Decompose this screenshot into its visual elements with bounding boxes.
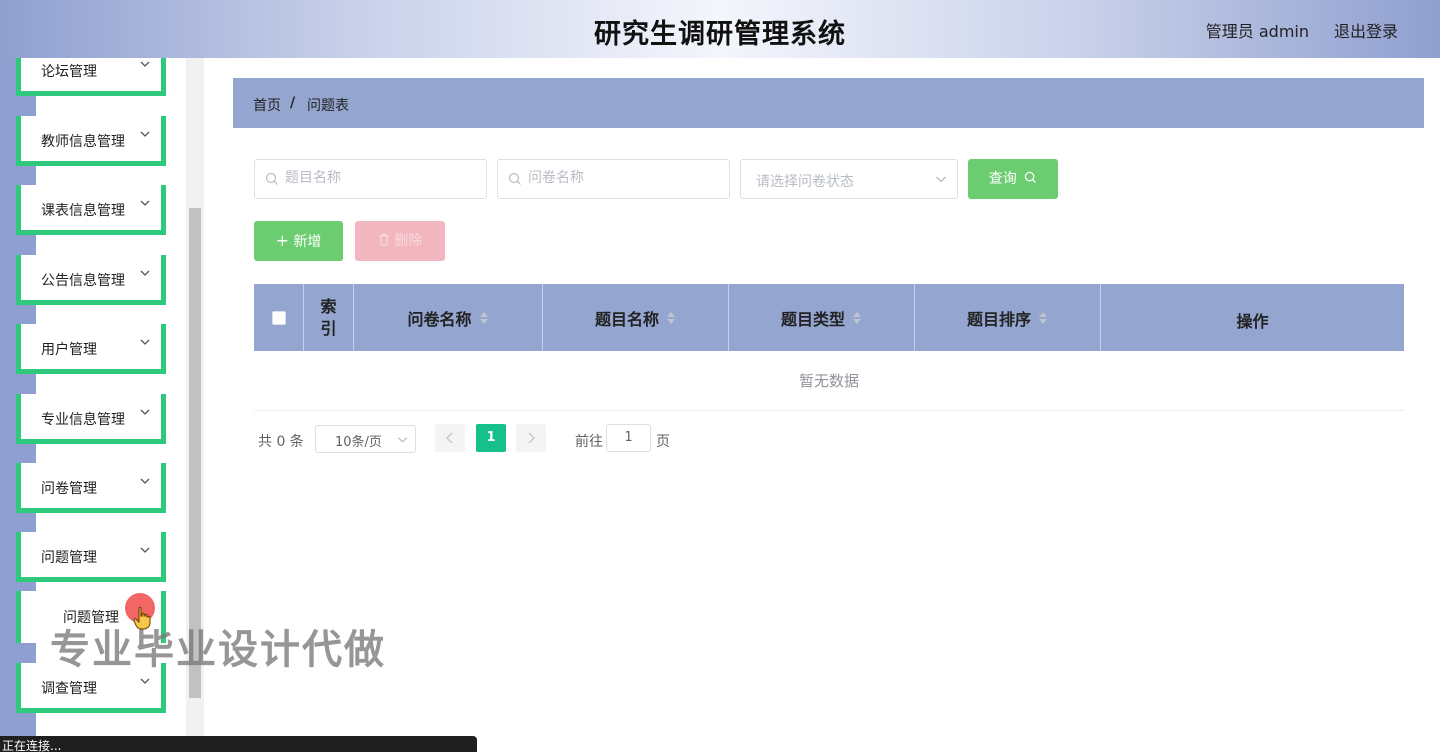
- pagination-total: 共 0 条: [258, 434, 304, 450]
- status-text: 正在连接...: [2, 739, 62, 753]
- page-size-value: 10条/页: [335, 435, 382, 450]
- sort-icon[interactable]: [1038, 311, 1048, 325]
- page-size-select[interactable]: 10条/页: [315, 425, 416, 453]
- column-header-type[interactable]: 题目类型: [729, 284, 915, 351]
- select-all-checkbox[interactable]: [271, 310, 286, 325]
- delete-button-label: 删除: [394, 233, 423, 249]
- plus-icon: +: [275, 231, 289, 250]
- breadcrumb-home[interactable]: 首页: [253, 95, 281, 115]
- next-page-button[interactable]: [516, 424, 546, 452]
- column-header-questionnaire[interactable]: 问卷名称: [354, 284, 543, 351]
- sidebar-item-label: 教师信息管理: [41, 134, 125, 150]
- sidebar-item-forum[interactable]: 论坛管理: [16, 58, 166, 96]
- column-header-label: 索引: [320, 296, 337, 338]
- column-header-actions: 操作: [1101, 284, 1404, 351]
- browser-status-bar: 正在连接...: [0, 736, 477, 753]
- table-header: 索引 问卷名称 题目名称 题目类型 题目排序 操作: [254, 284, 1404, 351]
- search-icon: [508, 172, 521, 185]
- prev-page-button[interactable]: [435, 424, 465, 452]
- top-header: 研究生调研管理系统 管理员 admin 退出登录: [0, 0, 1440, 58]
- delete-button[interactable]: 删除: [355, 221, 445, 261]
- sort-icon[interactable]: [852, 311, 862, 325]
- sidebar-item-major-info[interactable]: 专业信息管理: [16, 394, 166, 444]
- sidebar-item-label: 课表信息管理: [41, 203, 125, 219]
- query-button[interactable]: 查询: [968, 159, 1058, 199]
- column-header-order[interactable]: 题目排序: [915, 284, 1101, 351]
- sidebar-item-users[interactable]: 用户管理: [16, 324, 166, 374]
- add-button-label: 新增: [293, 234, 322, 250]
- chevron-down-icon: [140, 678, 150, 684]
- column-header-label: 问卷名称: [407, 309, 472, 329]
- chevron-left-icon: [446, 432, 453, 444]
- chevron-down-icon: [140, 131, 150, 137]
- column-header-label: 题目名称: [594, 309, 659, 329]
- chevron-down-icon: [140, 409, 150, 415]
- page-number-active[interactable]: 1: [476, 424, 506, 452]
- chevron-down-icon: [140, 547, 150, 553]
- current-user: 管理员 admin: [1205, 22, 1309, 41]
- column-header-label: 操作: [1236, 311, 1269, 331]
- chevron-down-icon: [936, 176, 946, 183]
- sidebar-item-label: 问题管理: [41, 550, 97, 566]
- chevron-down-icon: [140, 270, 150, 276]
- sidebar-item-label: 专业信息管理: [41, 412, 125, 428]
- sort-icon[interactable]: [479, 311, 489, 325]
- status-select[interactable]: 请选择问卷状态: [740, 159, 958, 199]
- add-button[interactable]: + 新增: [254, 221, 343, 261]
- page-unit-label: 页: [656, 434, 670, 450]
- chevron-right-icon: [528, 432, 535, 444]
- chevron-down-icon: [140, 339, 150, 345]
- watermark-text: 专业毕业设计代做: [50, 627, 386, 673]
- questionnaire-search-field[interactable]: [497, 159, 730, 199]
- empty-state: 暂无数据: [254, 351, 1404, 411]
- sidebar-item-label: 公告信息管理: [41, 273, 125, 289]
- column-header-label: 题目类型: [780, 309, 845, 329]
- trash-icon: [378, 233, 389, 246]
- column-header-index: 索引: [304, 284, 354, 351]
- sidebar-item-label: 论坛管理: [41, 64, 97, 80]
- column-header-label: 题目排序: [966, 309, 1031, 329]
- sidebar-item-schedule[interactable]: 课表信息管理: [16, 185, 166, 235]
- title-search-field[interactable]: [254, 159, 487, 199]
- sidebar-item-label: 调查管理: [41, 681, 97, 697]
- search-icon: [265, 172, 278, 185]
- logout-link[interactable]: 退出登录: [1334, 18, 1398, 42]
- select-all-cell: [254, 284, 304, 351]
- chevron-down-icon: [140, 200, 150, 206]
- sidebar-item-label: 问卷管理: [41, 481, 97, 497]
- status-select-placeholder: 请选择问卷状态: [756, 174, 854, 190]
- chevron-down-icon: [397, 437, 408, 443]
- sidebar-item-questions[interactable]: 问题管理: [16, 532, 166, 582]
- sidebar-item-announcement[interactable]: 公告信息管理: [16, 255, 166, 305]
- chevron-down-icon: [140, 61, 150, 67]
- sidebar-item-questionnaire[interactable]: 问卷管理: [16, 463, 166, 513]
- sidebar-item-teacher-info[interactable]: 教师信息管理: [16, 116, 166, 166]
- breadcrumb-current: 问题表: [307, 98, 349, 114]
- search-icon: [1025, 171, 1037, 184]
- hand-pointer-icon: [133, 606, 151, 630]
- breadcrumb: 首页 / 问题表: [233, 78, 1424, 128]
- title-search-input[interactable]: [285, 170, 465, 186]
- sort-icon[interactable]: [666, 311, 676, 325]
- goto-label: 前往: [575, 434, 603, 450]
- sidebar-item-label: 用户管理: [41, 342, 97, 358]
- query-button-label: 查询: [988, 171, 1017, 187]
- column-header-title[interactable]: 题目名称: [543, 284, 729, 351]
- questions-table: 索引 问卷名称 题目名称 题目类型 题目排序 操作 暂无数据: [254, 284, 1404, 411]
- chevron-down-icon: [140, 478, 150, 484]
- goto-page-input[interactable]: 1: [606, 424, 651, 452]
- questionnaire-search-input[interactable]: [528, 170, 708, 186]
- breadcrumb-separator: /: [290, 95, 296, 111]
